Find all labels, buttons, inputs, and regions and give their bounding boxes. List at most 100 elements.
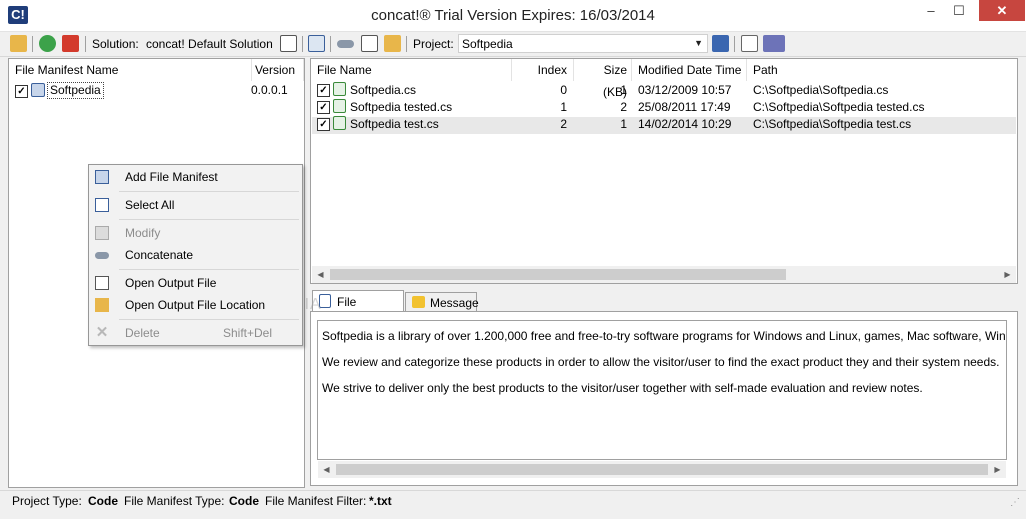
file-index: 2 [560,117,567,131]
scroll-right-icon[interactable]: ▶ [989,461,1006,478]
manifest-type-label: File Manifest Type: [124,494,225,508]
file-index: 1 [560,100,567,114]
scrollbar-thumb[interactable] [336,464,988,475]
window-title: concat!® Trial Version Expires: 16/03/20… [371,7,655,24]
project-select[interactable]: Softpedia ▼ [458,34,708,53]
column-header-index[interactable]: Index [512,59,574,81]
column-header-size[interactable]: Size (KB) [574,59,632,99]
open-folder-icon[interactable] [10,35,27,52]
document-icon[interactable] [741,35,758,52]
menu-item-label: Add File Manifest [125,170,218,184]
modify-icon [95,226,109,240]
menu-separator [119,269,299,270]
link-icon[interactable] [337,40,354,48]
preview-line: We review and categorize these products … [322,355,1000,369]
minimize-button[interactable]: – [918,0,944,21]
menu-item-delete[interactable]: ✕ Delete Shift+Del [91,322,300,344]
menu-item-label: Concatenate [125,248,194,262]
cs-file-icon [333,116,346,130]
edit-solution-icon[interactable] [280,35,297,52]
menu-item-concatenate[interactable]: Concatenate [91,244,300,266]
preview-horizontal-scrollbar[interactable]: ◀ ▶ [318,461,1006,478]
manifest-icon [31,83,45,97]
new-project-icon[interactable] [308,35,325,52]
manifest-type-value: Code [229,494,259,508]
tab-message[interactable]: Message [405,292,479,312]
menu-item-add-file-manifest[interactable]: Add File Manifest [91,166,300,188]
file-preview-text[interactable]: Softpedia is a library of over 1.200,000… [317,320,1007,460]
delete-icon[interactable] [62,35,79,52]
file-modified: 03/12/2009 10:57 [638,83,732,97]
project-label: Project: [413,37,454,51]
file-index: 0 [560,83,567,97]
manifest-filter-value: *.txt [369,494,392,508]
new-file-icon[interactable] [361,35,378,52]
toolbar-separator [734,36,735,52]
app-icon[interactable]: C! [8,6,28,24]
folder-icon [95,298,109,312]
menu-item-open-output-file[interactable]: Open Output File [91,272,300,294]
menu-item-label: Delete [125,326,160,340]
file-name[interactable]: Softpedia test.cs [350,116,439,133]
scroll-right-icon[interactable]: ▶ [999,266,1016,283]
menu-item-open-output-file-location[interactable]: Open Output File Location [91,294,300,316]
close-button[interactable]: ✕ [979,0,1025,21]
menu-item-shortcut: Shift+Del [222,326,272,340]
file-checkbox[interactable]: ✓ [317,101,330,114]
select-all-icon [95,198,109,212]
menu-item-label: Select All [125,198,175,212]
tab-file-preview[interactable]: File Preview [312,290,404,331]
menu-item-modify[interactable]: Modify [91,222,300,244]
menu-item-label: Open Output File [125,276,217,290]
context-menu: Add File Manifest Select All Modify Conc… [88,164,303,346]
toolbar-separator [330,36,331,52]
file-checkbox[interactable]: ✓ [317,84,330,97]
manifest-name[interactable]: Softpedia [47,82,104,99]
menu-item-select-all[interactable]: Select All [91,194,300,216]
delete-icon: ✕ [95,324,109,341]
resize-grip-icon[interactable]: ⋰ [1010,493,1020,513]
file-path: C:\Softpedia\Softpedia test.cs [753,117,912,131]
maximize-button[interactable]: ☐ [946,0,972,21]
manifest-version: 0.0.0.1 [251,83,288,97]
manifest-filter-label: File Manifest Filter: [265,494,367,508]
file-modified: 25/08/2011 17:49 [638,100,731,114]
cs-file-icon [333,99,346,113]
toolbar: Solution: concat! Default Solution Proje… [0,32,1026,57]
column-header-modified[interactable]: Modified Date Time [632,59,747,81]
project-type-label: Project Type: [12,494,82,508]
toolbar-separator [406,36,407,52]
preview-line: We strive to deliver only the best produ… [322,381,923,395]
column-header-manifest-name[interactable]: File Manifest Name [9,59,252,81]
column-header-path[interactable]: Path [747,59,1017,81]
scroll-left-icon[interactable]: ◀ [318,461,335,478]
project-type-value: Code [88,494,118,508]
manifest-checkbox[interactable]: ✓ [15,85,28,98]
file-size: 1 [620,83,627,97]
menu-item-label: Open Output File Location [125,298,266,312]
file-icon [95,276,109,290]
open-file-icon[interactable] [384,35,401,52]
file-name[interactable]: Softpedia.cs [350,82,416,99]
toolbar-separator [85,36,86,52]
scrollbar-thumb[interactable] [330,269,786,280]
file-list[interactable]: File Name Index Size (KB) Modified Date … [310,58,1018,284]
preview-line: Softpedia is a library of over 1.200,000… [322,329,1006,343]
column-header-version[interactable]: Version [252,59,304,81]
solution-value: concat! Default Solution [146,37,273,51]
file-modified: 14/02/2014 10:29 [638,117,732,131]
horizontal-scrollbar[interactable]: ◀ ▶ [312,266,1016,283]
scroll-left-icon[interactable]: ◀ [312,266,329,283]
project-properties-icon[interactable] [712,35,729,52]
project-select-value: Softpedia [462,37,513,51]
chevron-down-icon: ▼ [694,38,703,48]
tab-message-label: Message [430,296,479,310]
column-header-file-name[interactable]: File Name [311,59,512,81]
title-bar: concat!® Trial Version Expires: 16/03/20… [0,0,1026,32]
file-path: C:\Softpedia\Softpedia.cs [753,83,889,97]
file-checkbox[interactable]: ✓ [317,118,330,131]
file-name[interactable]: Softpedia tested.cs [350,99,452,116]
file-path: C:\Softpedia\Softpedia tested.cs [753,100,925,114]
refresh-icon[interactable] [39,35,56,52]
books-dropdown-icon[interactable] [763,35,785,52]
